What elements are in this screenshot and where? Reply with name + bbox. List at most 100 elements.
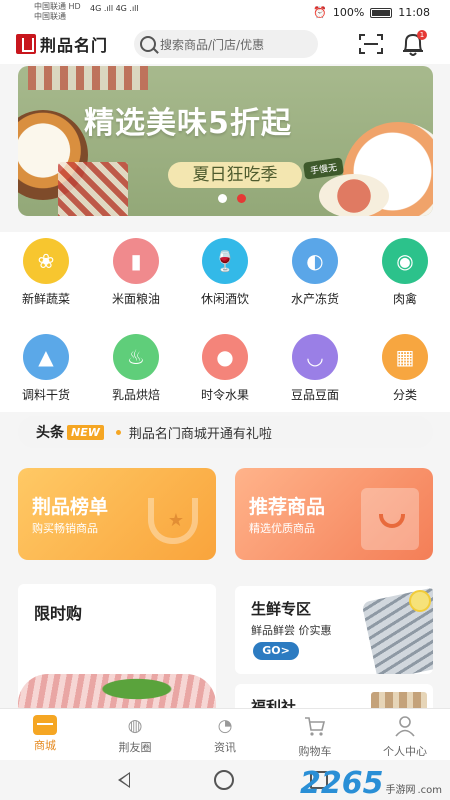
vegetable-icon: ❀ bbox=[23, 238, 69, 284]
tab-label: 资讯 bbox=[214, 741, 236, 754]
news-ticker[interactable]: 头条 NEW 荆品名门商城开通有礼啦 bbox=[18, 416, 433, 448]
category-noodle-bowl[interactable]: ◡ 豆品豆面 bbox=[275, 334, 355, 403]
tab-mall[interactable]: 商城 bbox=[0, 709, 90, 760]
search-placeholder: 搜索商品/门店/优惠 bbox=[160, 37, 265, 52]
tab-label: 商城 bbox=[34, 739, 56, 752]
category-label: 米面粮油 bbox=[111, 292, 160, 306]
tab-news[interactable]: ◔ 资讯 bbox=[180, 709, 270, 760]
category-label: 水产冻货 bbox=[290, 292, 339, 306]
banner-title: 精选美味5折起 bbox=[84, 106, 292, 141]
banner-subtitle: 夏日狂吃季 bbox=[168, 162, 302, 188]
category-grid: ❀ 新鲜蔬菜 ▮ 米面粮油 🍷 休闲酒饮 ◐ 水产冻货 ◉ 肉禽 ▲ 调料干货 ♨ 乳品烘焙 ● 时令水果 ◡ 豆… bbox=[0, 232, 450, 412]
status-right: ⏰ 100% 11:08 bbox=[313, 6, 430, 19]
news-bulb-icon: ◔ bbox=[217, 716, 233, 736]
category-grid-icon: ▦ bbox=[382, 334, 428, 380]
shop-icon bbox=[33, 715, 57, 735]
category-label: 新鲜蔬菜 bbox=[21, 292, 70, 306]
tab-profile[interactable]: 个人中心 bbox=[360, 709, 450, 760]
category-cake[interactable]: ♨ 乳品烘焙 bbox=[96, 334, 176, 403]
drink-icon: 🍷 bbox=[202, 238, 248, 284]
category-drink[interactable]: 🍷 休闲酒饮 bbox=[185, 238, 265, 307]
watermark-domain: .com bbox=[417, 785, 442, 796]
watermark: 2265 手游网 .com bbox=[300, 766, 442, 800]
carousel-dot-active[interactable] bbox=[237, 194, 246, 203]
banner-food-image bbox=[319, 174, 389, 216]
lemon-image bbox=[409, 590, 431, 612]
category-fish[interactable]: ◐ 水产冻货 bbox=[275, 238, 355, 307]
fruit-icon: ● bbox=[202, 334, 248, 380]
search-bar[interactable]: 搜索商品/门店/优惠 bbox=[134, 30, 318, 58]
category-oil-bottle[interactable]: ▮ 米面粮油 bbox=[96, 238, 176, 307]
clock: 11:08 bbox=[398, 6, 430, 19]
carousel-dots bbox=[218, 194, 246, 203]
category-seasoning[interactable]: ▲ 调料干货 bbox=[6, 334, 86, 403]
carrier-info: 中国联通 HD 中国联通 bbox=[34, 2, 81, 22]
go-button[interactable]: GO> bbox=[253, 642, 299, 660]
category-label: 豆品豆面 bbox=[290, 388, 339, 402]
category-meat[interactable]: ◉ 肉禽 bbox=[365, 238, 445, 307]
category-label: 休闲酒饮 bbox=[200, 292, 249, 306]
carrier-2: 中国联通 bbox=[34, 12, 66, 21]
fresh-zone-title: 生鲜专区 bbox=[251, 600, 312, 618]
battery-icon bbox=[370, 7, 393, 18]
tab-cart[interactable]: 购物车 bbox=[270, 709, 360, 760]
logo: 荆品名门 bbox=[16, 32, 108, 56]
category-label: 肉禽 bbox=[392, 292, 417, 306]
oil-bottle-icon: ▮ bbox=[113, 238, 159, 284]
news-tag: 头条 bbox=[36, 425, 64, 441]
recommended-title: 推荐商品 bbox=[249, 496, 326, 518]
cart-icon bbox=[305, 717, 326, 736]
ranking-list-card[interactable]: ★ 荆品榜单 购买畅销商品 bbox=[18, 468, 216, 560]
seasoning-icon: ▲ bbox=[23, 334, 69, 380]
category-label: 乳品烘焙 bbox=[111, 388, 160, 402]
watermark-text: 手游网 bbox=[385, 785, 416, 796]
status-bar: 中国联通 HD 中国联通 4G .ıll 4G .ıll ⏰ 100% 11:0… bbox=[0, 0, 450, 24]
tab-label: 个人中心 bbox=[383, 745, 427, 758]
scan-icon[interactable] bbox=[358, 32, 384, 56]
logo-text: 荆品名门 bbox=[40, 36, 109, 55]
fresh-zone-subtitle: 鲜品鲜尝 价实惠 bbox=[251, 624, 332, 637]
recommended-card[interactable]: 推荐商品 精选优质商品 bbox=[235, 468, 433, 560]
bottom-tab-bar: 商城 ◍ 荆友圈 ◔ 资讯 购物车 个人中心 bbox=[0, 708, 450, 760]
ranking-list-title: 荆品榜单 bbox=[32, 496, 109, 518]
category-label: 分类 bbox=[392, 388, 417, 402]
fresh-zone-card[interactable]: 生鲜专区 鲜品鲜尝 价实惠 GO> bbox=[235, 586, 433, 674]
logo-mark-icon bbox=[16, 34, 36, 54]
news-headline[interactable]: 荆品名门商城开通有礼啦 bbox=[129, 423, 272, 442]
flash-sale-card[interactable]: 限时购 bbox=[18, 584, 216, 714]
promo-banner[interactable]: 精选美味5折起 夏日狂吃季 手慢无 bbox=[18, 66, 433, 216]
fish-icon: ◐ bbox=[292, 238, 338, 284]
planet-icon: ◍ bbox=[127, 716, 143, 736]
banner-food-image bbox=[28, 66, 148, 90]
carousel-dot[interactable] bbox=[218, 194, 227, 203]
star-icon: ★ bbox=[167, 510, 184, 531]
alarm-icon: ⏰ bbox=[313, 6, 327, 19]
user-icon bbox=[395, 716, 415, 737]
notification-button[interactable]: 1 bbox=[400, 30, 427, 58]
watermark-number: 2265 bbox=[299, 766, 384, 800]
notification-badge: 1 bbox=[417, 30, 427, 40]
category-label: 调料干货 bbox=[21, 388, 70, 402]
system-nav-bar: 2265 手游网 .com bbox=[0, 760, 450, 800]
news-new-badge: NEW bbox=[67, 424, 104, 440]
category-category-grid[interactable]: ▦ 分类 bbox=[365, 334, 445, 403]
tab-label: 购物车 bbox=[298, 745, 332, 758]
banner-food-image bbox=[58, 162, 128, 216]
app-header: 荆品名门 搜索商品/门店/优惠 1 bbox=[0, 24, 450, 64]
category-fruit[interactable]: ● 时令水果 bbox=[185, 334, 265, 403]
back-icon[interactable] bbox=[118, 772, 130, 788]
ranking-list-subtitle: 购买畅销商品 bbox=[32, 522, 98, 535]
noodle-bowl-icon: ◡ bbox=[292, 334, 338, 380]
recommended-subtitle: 精选优质商品 bbox=[249, 522, 315, 535]
meat-icon: ◉ bbox=[382, 238, 428, 284]
battery-percent: 100% bbox=[332, 6, 365, 19]
search-icon bbox=[140, 36, 156, 52]
bullet-icon bbox=[115, 429, 121, 435]
home-icon[interactable] bbox=[214, 770, 234, 790]
flash-sale-title: 限时购 bbox=[34, 604, 83, 623]
tab-friends[interactable]: ◍ 荆友圈 bbox=[90, 709, 180, 760]
tab-label: 荆友圈 bbox=[118, 741, 152, 754]
carrier-1: 中国联通 HD bbox=[34, 2, 81, 11]
signal-icon: 4G .ıll 4G .ıll bbox=[90, 4, 139, 13]
category-vegetable[interactable]: ❀ 新鲜蔬菜 bbox=[6, 238, 86, 307]
